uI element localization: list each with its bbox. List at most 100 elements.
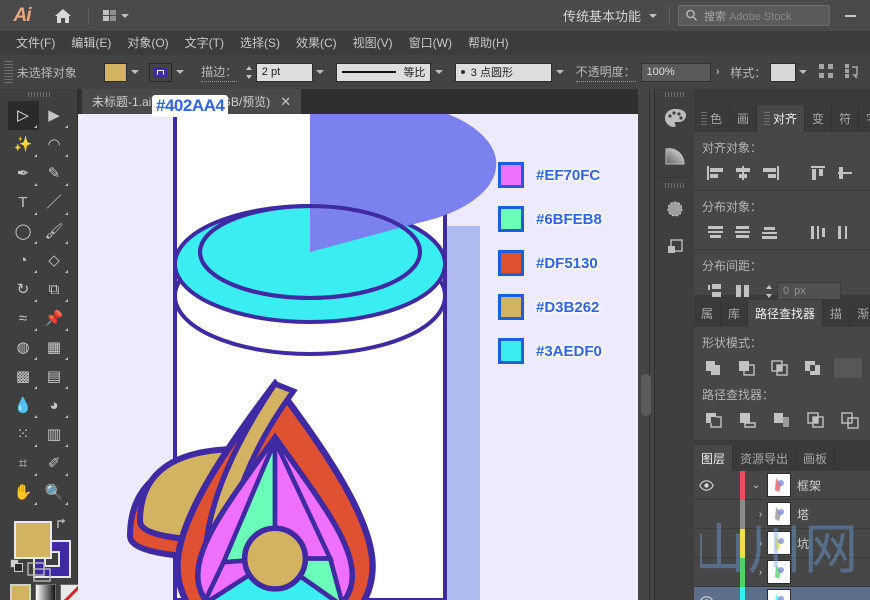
opacity-dropdown-icon[interactable]: › <box>711 63 725 82</box>
tab-character[interactable]: 字 <box>859 105 870 132</box>
swatch-chip[interactable] <box>498 338 524 364</box>
swatch-chip[interactable] <box>498 162 524 188</box>
eraser-tool[interactable]: ◇ <box>39 246 70 275</box>
align-icon[interactable] <box>817 62 836 82</box>
divide-icon[interactable] <box>702 409 727 431</box>
distribute-vertical-center-icon[interactable] <box>729 221 756 243</box>
spacing-input-group[interactable]: 0 px <box>762 282 841 300</box>
tab-layers[interactable]: 图层 <box>694 445 734 471</box>
symbols-icon[interactable] <box>655 228 695 266</box>
layer-row[interactable]: › 坑 <box>694 528 870 558</box>
opacity-input[interactable]: 100% <box>640 62 711 82</box>
exclude-icon[interactable] <box>801 357 825 379</box>
tab-symbols[interactable]: 符 <box>832 105 860 132</box>
stroke-color-swatch[interactable] <box>148 62 173 82</box>
tools-panel-grip[interactable] <box>0 89 77 99</box>
tab-gradient[interactable]: 渐 <box>850 300 870 327</box>
color-palette-icon[interactable] <box>655 99 695 137</box>
menu-help[interactable]: 帮助(H) <box>460 31 517 55</box>
menu-file[interactable]: 文件(F) <box>8 31 63 55</box>
paintbrush-tool[interactable]: 🖌 <box>39 217 70 246</box>
swatch-chip[interactable] <box>498 294 524 320</box>
dock-grip[interactable] <box>655 89 694 99</box>
blend-tool[interactable]: ◕ <box>39 391 70 420</box>
disclosure-triangle-icon[interactable]: ⌄ <box>745 596 767 600</box>
graphic-style-swatch[interactable] <box>770 62 796 82</box>
eye-visibility-icon[interactable] <box>694 479 718 491</box>
layer-row[interactable]: › <box>694 557 870 587</box>
magic-wand-tool[interactable]: ✨ <box>8 130 39 159</box>
artboard-canvas[interactable]: #EF70FC #6BFEB8 #DF5130 #D3B262 #3AEDF0 <box>78 114 638 600</box>
crop-icon[interactable] <box>803 409 828 431</box>
rotate-tool[interactable]: ↻ <box>8 275 39 304</box>
layer-row[interactable]: ⌄ <box>694 586 870 600</box>
hand-tool[interactable]: ✋ <box>8 478 39 507</box>
tab-artboards[interactable]: 画板 <box>796 445 836 471</box>
tab-asset-export[interactable]: 资源导出 <box>733 445 797 471</box>
artboard-tool[interactable]: ⌗ <box>8 449 39 478</box>
gradient-tool[interactable]: ▤ <box>39 362 70 391</box>
perspective-grid-tool[interactable]: ▦ <box>39 333 70 362</box>
disclosure-triangle-icon[interactable]: › <box>745 538 767 549</box>
menu-object[interactable]: 对象(O) <box>119 31 176 55</box>
swatch-row[interactable]: #DF5130 <box>498 250 602 276</box>
width-tool[interactable]: ≈ <box>8 304 39 333</box>
tab-color[interactable]: 色 <box>694 105 731 132</box>
distribute-vertical-bottom-icon[interactable] <box>756 221 783 243</box>
align-right-icon[interactable] <box>756 162 783 184</box>
tab-transform[interactable]: 变 <box>805 105 833 132</box>
workspace-switcher[interactable]: 传统基本功能 <box>559 6 661 25</box>
layer-row[interactable]: ⌄ 框架 <box>694 470 870 500</box>
curvature-tool[interactable]: ✎ <box>39 159 70 188</box>
tab-brushes[interactable]: 画 <box>730 105 758 132</box>
vertical-distribute-space-icon[interactable] <box>702 280 729 302</box>
swatch-row[interactable]: #6BFEB8 <box>498 206 602 232</box>
swatch-row[interactable]: #EF70FC <box>498 162 602 188</box>
distribute-horizontal-left-icon[interactable] <box>805 221 832 243</box>
symbol-sprayer-tool[interactable]: ⁙ <box>8 420 39 449</box>
stroke-dropdown-icon[interactable] <box>172 63 188 82</box>
adobe-stock-search[interactable]: 搜索 Adobe Stock <box>678 5 830 26</box>
mesh-tool[interactable]: ▩ <box>8 362 39 391</box>
align-top-icon[interactable] <box>805 162 832 184</box>
brush-dropdown-icon[interactable] <box>552 63 568 82</box>
free-transform-tool[interactable]: 📌 <box>39 304 70 333</box>
screen-mode-icon[interactable] <box>0 560 78 586</box>
expand-button[interactable] <box>833 358 863 378</box>
swatch-chip[interactable] <box>498 206 524 232</box>
pen-tool[interactable]: ✒ <box>8 159 39 188</box>
eyedropper-tool[interactable]: 💧 <box>8 391 39 420</box>
tab-pathfinder[interactable]: 路径查找器 <box>748 300 824 327</box>
gradient-icon[interactable] <box>655 137 695 175</box>
disclosure-triangle-icon[interactable]: ⌄ <box>745 480 767 491</box>
gradient-mode-icon[interactable] <box>35 584 56 600</box>
disclosure-triangle-icon[interactable]: › <box>745 567 767 578</box>
scale-tool[interactable]: ⧉ <box>39 275 70 304</box>
brush-definition-select[interactable]: 3 点圆形 <box>454 62 553 82</box>
tab-libraries[interactable]: 库 <box>721 300 749 327</box>
menu-window[interactable]: 窗口(W) <box>401 31 460 55</box>
panel-collapse-handle[interactable] <box>641 374 651 416</box>
menu-select[interactable]: 选择(S) <box>232 31 288 55</box>
tab-align[interactable]: 对齐 <box>757 105 806 132</box>
disclosure-triangle-icon[interactable]: › <box>745 509 767 520</box>
lasso-tool[interactable]: ◠ <box>39 130 70 159</box>
transform-icon[interactable] <box>843 62 862 82</box>
panel-divider[interactable] <box>638 89 654 600</box>
brushes-icon[interactable] <box>655 190 695 228</box>
swatch-chip[interactable] <box>498 250 524 276</box>
zoom-tool[interactable]: 🔍 <box>39 478 70 507</box>
swatch-row[interactable]: #D3B262 <box>498 294 602 320</box>
stroke-profile-dropdown-icon[interactable] <box>431 63 447 82</box>
stroke-weight-stepper[interactable] <box>243 63 256 81</box>
spacing-stepper[interactable] <box>762 282 775 300</box>
outline-icon[interactable] <box>837 409 862 431</box>
menu-effect[interactable]: 效果(C) <box>288 31 345 55</box>
control-bar-grip[interactable] <box>4 61 13 83</box>
layer-row[interactable]: › 塔 <box>694 499 870 529</box>
fill-dropdown-icon[interactable] <box>127 63 143 82</box>
slice-tool[interactable]: ✐ <box>39 449 70 478</box>
column-graph-tool[interactable]: ▥ <box>39 420 70 449</box>
menu-view[interactable]: 视图(V) <box>345 31 401 55</box>
align-horizontal-center-icon[interactable] <box>729 162 756 184</box>
